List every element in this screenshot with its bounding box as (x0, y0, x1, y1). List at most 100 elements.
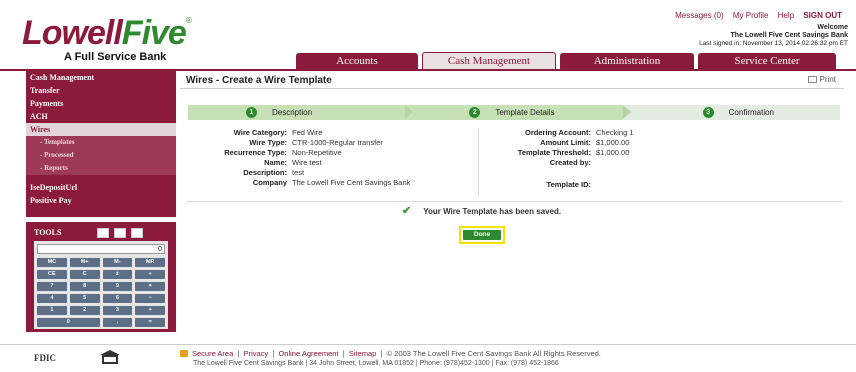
sidebar-item-payments[interactable]: Payments (26, 97, 176, 110)
calc-key-plusminus[interactable]: ± (102, 270, 133, 279)
calc-key-8[interactable]: 8 (69, 282, 100, 291)
details-column-divider (478, 128, 479, 196)
sidebar-item-wires[interactable]: Wires (26, 123, 176, 136)
calc-key-7[interactable]: 7 (37, 282, 67, 291)
calc-key-decimal[interactable]: . (102, 318, 133, 327)
detail-value: Checking 1 (596, 128, 634, 137)
detail-label: Name: (264, 158, 287, 167)
footer-link-secure-area[interactable]: Secure Area (192, 349, 233, 358)
detail-row-recurrence-type: Recurrence Type: Non-Repetitive (180, 148, 410, 158)
detail-row-wire-category: Wire Category: Fed Wire (180, 128, 410, 138)
print-button[interactable]: Print (807, 75, 836, 84)
step-label-confirmation: Confirmation (728, 108, 775, 117)
done-button[interactable]: Done (463, 230, 501, 240)
tools-header: TOOLS (34, 226, 168, 239)
detail-label: Template ID: (546, 180, 591, 189)
sidebar-item-isedepositurl[interactable]: IseDepositUrl (26, 181, 176, 194)
calc-key-mr[interactable]: MR (135, 258, 165, 267)
welcome-block: Welcome The Lowell Five Cent Savings Ban… (699, 24, 848, 48)
sidebar-item-cash-management[interactable]: Cash Management (26, 71, 176, 84)
my-profile-link[interactable]: My Profile (733, 11, 769, 20)
calc-key-2[interactable]: 2 (69, 306, 100, 315)
detail-value: CTR-1000-Regular transfer (292, 138, 383, 147)
detail-row-created-by: Created by: (480, 158, 634, 168)
detail-label: Ordering Account: (525, 128, 591, 137)
calc-key-multiply[interactable]: × (135, 282, 165, 291)
logo-word-five: Five (121, 14, 187, 52)
tab-administration[interactable]: Administration (560, 53, 694, 70)
calc-key-mplus[interactable]: M+ (69, 258, 100, 267)
footer-link-online-agreement[interactable]: Online Agreement (278, 349, 338, 358)
template-details: Wire Category: Fed Wire Wire Type: CTR-100… (180, 128, 848, 202)
calc-key-5[interactable]: 5 (69, 294, 100, 303)
sidebar-subitem-templates[interactable]: - Templates (26, 136, 176, 149)
sidebar-item-ach[interactable]: ACH (26, 110, 176, 123)
step-number-2: 2 (469, 107, 481, 118)
calculator-display: 0 (37, 244, 165, 254)
calc-key-divide[interactable]: ÷ (135, 270, 165, 279)
step-arrow-2 (622, 105, 631, 119)
footer-address: The Lowell Five Cent Savings Bank | 34 J… (193, 360, 559, 367)
sign-out-link[interactable]: SIGN OUT (803, 11, 842, 20)
detail-label: Recurrence Type: (224, 148, 287, 157)
calculator: 0 MC M+ M- MR CE C ± ÷ 7 8 9 × 4 5 6 − 1… (34, 241, 168, 329)
footer-link-privacy[interactable]: Privacy (244, 349, 269, 358)
logo-registered: ® (185, 16, 192, 25)
calc-key-9[interactable]: 9 (102, 282, 133, 291)
calc-key-equals[interactable]: = (135, 318, 165, 327)
fdic-logo: FDIC (34, 353, 56, 363)
detail-label: Template Threshold: (517, 148, 591, 157)
calc-key-ce[interactable]: CE (37, 270, 67, 279)
footer-link-sitemap[interactable]: Sitemap (349, 349, 377, 358)
calc-key-3[interactable]: 3 (102, 306, 133, 315)
detail-label: Wire Category: (233, 128, 287, 137)
calc-key-mminus[interactable]: M- (102, 258, 133, 267)
detail-value: Fed Wire (292, 128, 323, 137)
sidebar-subitem-processed[interactable]: - Processed (26, 149, 176, 162)
help-link[interactable]: Help (778, 11, 794, 20)
calculator-icon[interactable] (97, 227, 110, 238)
calc-key-1[interactable]: 1 (37, 306, 67, 315)
calc-key-6[interactable]: 6 (102, 294, 133, 303)
header: LowellFive® A Full Service Bank Messages… (0, 0, 856, 63)
calc-key-4[interactable]: 4 (37, 294, 67, 303)
sidebar-item-positive-pay[interactable]: Positive Pay (26, 194, 176, 207)
printer-icon (807, 76, 817, 83)
step-confirmation: 3 Confirmation (622, 105, 840, 120)
notepad-icon[interactable] (131, 227, 144, 238)
equal-housing-lender-icon (100, 350, 120, 366)
step-arrow-1 (405, 105, 414, 119)
calendar-icon[interactable] (114, 227, 127, 238)
last-signed-in: Last signed in: November 13, 2014 02:26:… (699, 40, 848, 47)
welcome-user: The Lowell Five Cent Savings Bank (730, 32, 848, 39)
tab-cash-management[interactable]: Cash Management (422, 52, 556, 70)
calc-key-minus[interactable]: − (135, 294, 165, 303)
calc-key-0[interactable]: 0 (37, 318, 100, 327)
tools-label: TOOLS (34, 228, 62, 237)
messages-link[interactable]: Messages (0) (675, 11, 723, 20)
detail-row-description: Description: test (180, 168, 410, 178)
calc-key-c[interactable]: C (69, 270, 100, 279)
detail-row-template-id: Template ID: (480, 180, 634, 190)
lowell-five-logo[interactable]: LowellFive® A Full Service Bank (22, 14, 192, 63)
tab-service-center[interactable]: Service Center (698, 53, 836, 70)
tab-accounts[interactable]: Accounts (296, 53, 418, 70)
calc-key-plus[interactable]: + (135, 306, 165, 315)
detail-row-name: Name: Wire test (180, 158, 410, 168)
done-button-highlight: Done (459, 226, 505, 244)
tools-widget: TOOLS 0 MC M+ M- MR CE C ± ÷ 7 8 9 × 4 5… (26, 222, 176, 332)
main-tabs: Accounts Cash Management Administration … (296, 52, 840, 70)
top-nav: Messages (0) My Profile Help SIGN OUT (668, 11, 842, 20)
logo-word-lowell: Lowell (22, 14, 123, 52)
sidebar-item-transfer[interactable]: Transfer (26, 84, 176, 97)
step-number-1: 1 (246, 107, 257, 118)
step-description: 1 Description (188, 105, 414, 120)
success-message: ✔ Your Wire Template has been saved. (402, 204, 561, 217)
detail-row-ordering-account: Ordering Account: Checking 1 (480, 128, 634, 138)
checkmark-icon: ✔ (402, 205, 412, 217)
print-label: Print (819, 75, 836, 84)
calc-key-mc[interactable]: MC (37, 258, 67, 267)
sidebar-subitem-reports[interactable]: - Reports (26, 162, 176, 175)
details-left-column: Wire Category: Fed Wire Wire Type: CTR-100… (180, 128, 410, 188)
step-template-details: 2 Template Details (405, 105, 631, 120)
